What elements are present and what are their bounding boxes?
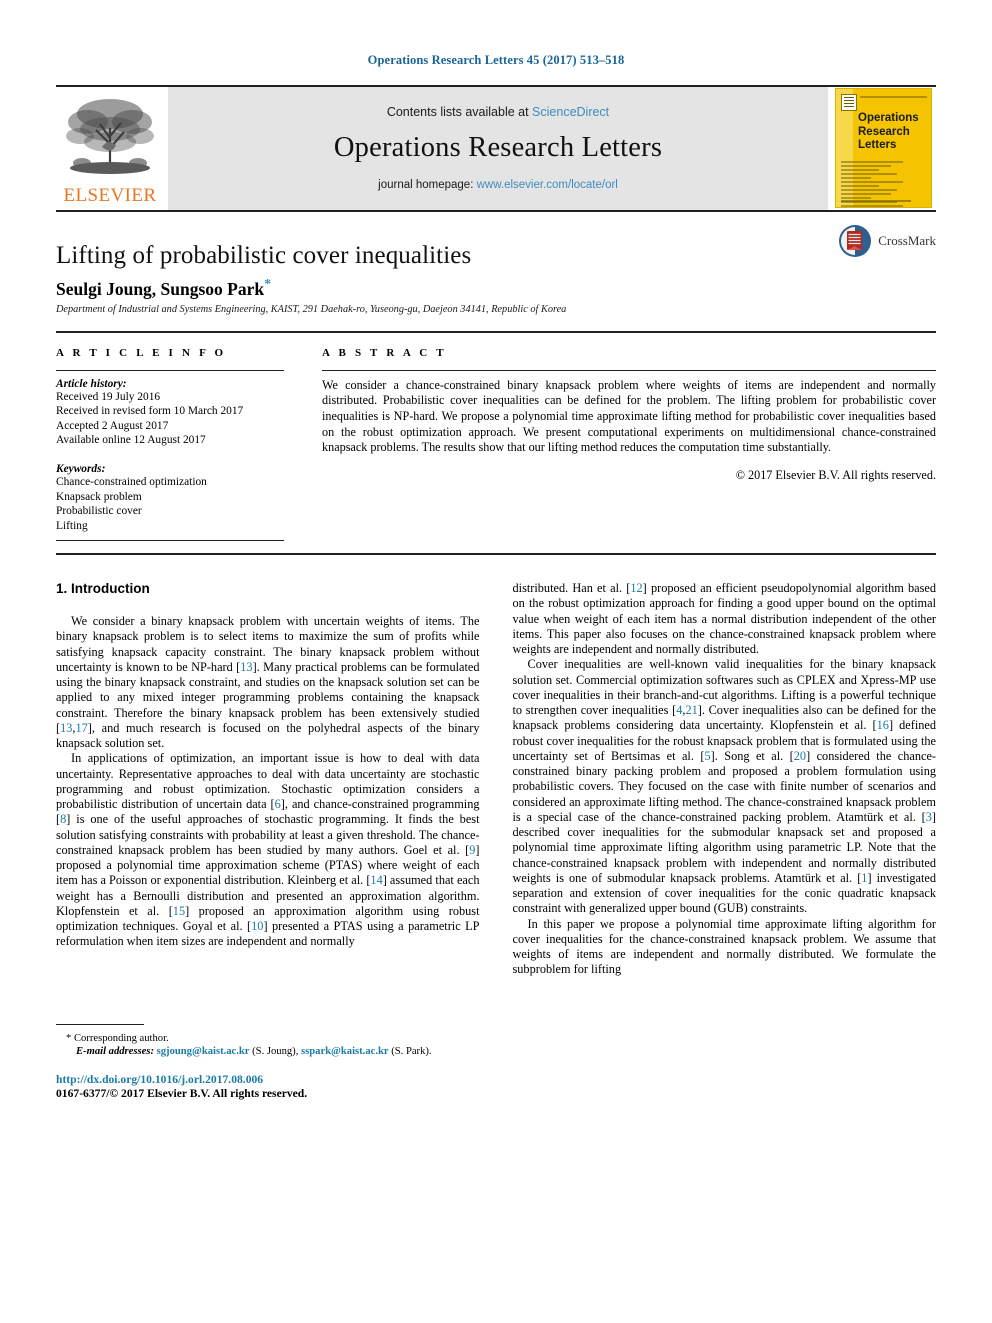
citation-link[interactable]: 10 [251, 919, 263, 933]
abstract-text: We consider a chance-constrained binary … [322, 377, 936, 455]
citation-link[interactable]: 3 [926, 810, 932, 824]
corresponding-author-marker: * [264, 277, 272, 292]
cover-publisher-mark-icon [841, 94, 857, 111]
cover-top-rule [860, 96, 927, 99]
copyright-line: © 2017 Elsevier B.V. All rights reserved… [735, 467, 936, 482]
journal-masthead: ELSEVIER Contents lists available at Sci… [56, 85, 936, 210]
email-owner-park: (S. Park). [391, 1046, 432, 1058]
citation-link[interactable]: 14 [370, 873, 382, 887]
page-title: Lifting of probabilistic cover inequalit… [56, 242, 472, 269]
citation-link[interactable]: 13 [240, 660, 252, 674]
abstract-column: A B S T R A C T We consider a chance-con… [304, 347, 936, 541]
article-history-item: Available online 12 August 2017 [56, 434, 206, 447]
running-head: Operations Research Letters 45 (2017) 51… [367, 53, 625, 67]
elsevier-logo: ELSEVIER [56, 87, 164, 210]
citation-link[interactable]: 13 [60, 721, 72, 735]
right-column: distributed. Han et al. [12] proposed an… [513, 581, 937, 1100]
body-paragraph: We consider a binary knapsack problem wi… [56, 614, 480, 751]
article-history-item: Received in revised form 10 March 2017 [56, 405, 244, 418]
keyword-item: Knapsack problem [56, 490, 142, 503]
citation-link[interactable]: 6 [275, 797, 281, 811]
crossmark-icon [839, 225, 872, 257]
citation-link[interactable]: 4 [676, 703, 682, 717]
email-link-joung[interactable]: sgjoung@kaist.ac.kr [157, 1046, 250, 1057]
affiliation: Department of Industrial and Systems Eng… [56, 303, 567, 315]
article-history-item: Received 19 July 2016 [56, 390, 161, 403]
crossmark-label: CrossMark [878, 233, 936, 248]
contents-prefix: Contents lists available at [386, 104, 533, 119]
journal-title: Operations Research Letters [333, 131, 663, 163]
author-names: Seulgi Joung, Sungsoo Park [56, 278, 265, 299]
doi-block: http://dx.doi.org/10.1016/j.orl.2017.08.… [56, 1073, 480, 1100]
article-history-item: Accepted 2 August 2017 [56, 419, 169, 432]
keyword-item: Chance-constrained optimization [56, 476, 207, 489]
keywords-label: Keywords: [56, 463, 106, 476]
keyword-item: Lifting [56, 519, 88, 532]
journal-banner: Contents lists available at ScienceDirec… [168, 87, 828, 210]
citation-link[interactable]: 12 [630, 581, 642, 595]
cover-title: Operations Research Letters [858, 112, 919, 151]
footnote-rule [56, 1023, 144, 1025]
elsevier-tree-icon [66, 99, 154, 174]
citation-link[interactable]: 21 [685, 703, 697, 717]
citation-link[interactable]: 9 [469, 843, 475, 857]
title-block: CrossMark Lifting of probabilistic cover… [56, 212, 936, 315]
homepage-prefix: journal homepage: [378, 178, 477, 191]
author-list: Seulgi Joung, Sungsoo Park* [56, 277, 936, 300]
doi-link[interactable]: http://dx.doi.org/10.1016/j.orl.2017.08.… [56, 1073, 480, 1086]
left-column: 1. Introduction We consider a binary kna… [56, 581, 480, 1100]
citation-link[interactable]: 5 [704, 749, 710, 763]
citation-link[interactable]: 8 [60, 812, 66, 826]
body-columns: 1. Introduction We consider a binary kna… [56, 581, 936, 1100]
article-info-heading: A R T I C L E I N F O [56, 346, 227, 359]
paper-page: Operations Research Letters 45 (2017) 51… [0, 0, 992, 1323]
body-paragraph: In this paper we propose a polynomial ti… [512, 916, 937, 977]
issn-copyright-line: 0167-6377/© 2017 Elsevier B.V. All right… [56, 1086, 308, 1100]
abstract-rule [322, 369, 936, 371]
corresponding-author-note: * Corresponding author. [66, 1032, 169, 1044]
article-info-column: A R T I C L E I N F O Article history: R… [56, 346, 304, 542]
crossmark-badge[interactable]: CrossMark [838, 224, 936, 258]
keywords-rule [56, 540, 284, 542]
abstract-heading: A B S T R A C T [322, 346, 447, 359]
keyword-item: Probabilistic cover [56, 505, 142, 518]
homepage-line: journal homepage: www.elsevier.com/locat… [378, 179, 618, 191]
body-paragraph: In applications of optimization, an impo… [56, 751, 480, 949]
contents-line: Contents lists available at ScienceDirec… [387, 105, 609, 119]
homepage-link[interactable]: www.elsevier.com/locate/orl [477, 179, 618, 191]
email-addresses-line: E-mail addresses: sgjoung@kaist.ac.kr (S… [56, 1045, 480, 1059]
citation-link[interactable]: 16 [877, 718, 889, 732]
elsevier-wordmark: ELSEVIER [63, 185, 157, 206]
citation-link[interactable]: 1 [861, 871, 867, 885]
info-abstract-block: A R T I C L E I N F O Article history: R… [56, 330, 936, 556]
email-link-park[interactable]: sspark@kaist.ac.kr [301, 1046, 389, 1057]
body-paragraph: distributed. Han et al. [12] proposed an… [512, 581, 937, 657]
email-addresses-label: E-mail addresses: [76, 1046, 154, 1058]
article-info-rule [56, 369, 284, 371]
citation-link[interactable]: 17 [75, 721, 87, 735]
body-paragraph: Cover inequalities are well-known valid … [512, 657, 937, 916]
journal-cover-thumbnail: Operations Research Letters [832, 87, 936, 210]
keywords-block: Keywords: Chance-constrained optimizatio… [56, 463, 284, 542]
citation-link[interactable]: 20 [794, 749, 806, 763]
sciencedirect-link[interactable]: ScienceDirect [532, 105, 609, 119]
article-history-label: Article history: [56, 377, 127, 390]
citation-link[interactable]: 15 [173, 904, 185, 918]
footnote-area: * Corresponding author. E-mail addresses… [56, 1023, 480, 1100]
email-owner-joung: (S. Joung), [252, 1046, 299, 1058]
section-heading-introduction: 1. Introduction [56, 581, 150, 597]
